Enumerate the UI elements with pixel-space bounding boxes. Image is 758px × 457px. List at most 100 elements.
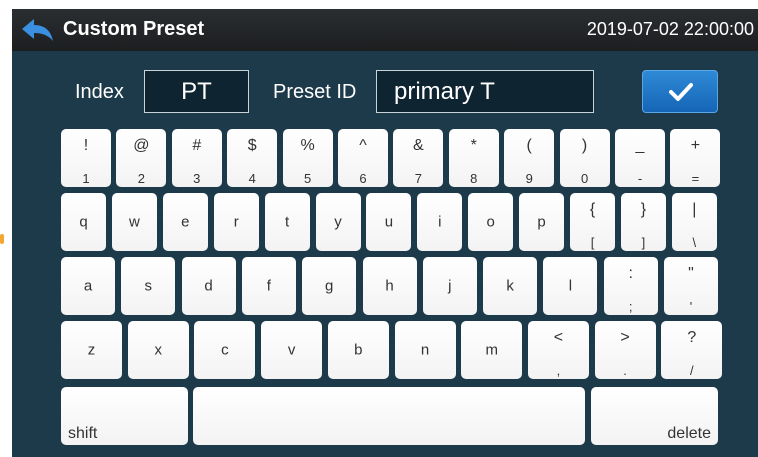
key-label: u: [384, 213, 394, 231]
key-label: e: [181, 213, 190, 231]
key-shift-label: %: [300, 137, 315, 154]
key-shift-label: &: [413, 137, 424, 154]
preset-id-label: Preset ID: [273, 81, 357, 103]
key-l[interactable]: l: [543, 257, 598, 315]
key-,[interactable]: <,: [527, 321, 589, 379]
key-u[interactable]: u: [366, 193, 412, 251]
key-e[interactable]: e: [162, 193, 208, 251]
key-z[interactable]: z: [61, 321, 122, 379]
key-'[interactable]: " ': [664, 257, 718, 315]
key-n[interactable]: n: [394, 321, 456, 379]
key-1[interactable]: ! 1: [61, 129, 111, 187]
key-b[interactable]: b: [327, 321, 389, 379]
key-shift-label: |: [692, 201, 697, 218]
index-field[interactable]: PT: [144, 70, 249, 113]
key-\[interactable]: | \: [671, 193, 717, 251]
key-label: g: [325, 277, 334, 295]
key-0[interactable]: ) 0: [559, 129, 610, 187]
preset-id-field[interactable]: primary T: [376, 70, 594, 113]
key-label: q: [79, 213, 88, 231]
key-a[interactable]: a: [61, 257, 115, 315]
key-;[interactable]: :;: [603, 257, 658, 315]
key-label: 4: [248, 171, 256, 186]
key-8[interactable]: * 8: [448, 129, 499, 187]
key-=[interactable]: + =: [670, 129, 721, 187]
key-shift-label: >: [620, 329, 630, 346]
key-o[interactable]: o: [468, 193, 514, 251]
key-i[interactable]: i: [417, 193, 463, 251]
key-shift-label: *: [470, 137, 477, 154]
page-title: Custom Preset: [63, 18, 205, 40]
key-h[interactable]: h: [362, 257, 417, 315]
key-v[interactable]: v: [261, 321, 323, 379]
edge-indicator: [0, 234, 4, 244]
delete-key[interactable]: delete: [591, 387, 718, 445]
key-label: m: [485, 341, 498, 359]
key-/[interactable]: ? /: [661, 321, 723, 379]
key-q[interactable]: q: [61, 193, 106, 251]
title-bar: Custom Preset 2019-07-02 22:00:00: [12, 9, 758, 51]
key-label: .: [623, 363, 627, 378]
check-icon: [669, 83, 693, 101]
key-shift-label: ?: [687, 329, 697, 346]
key-label: z: [87, 341, 96, 359]
key-j[interactable]: j: [422, 257, 477, 315]
confirm-button[interactable]: [642, 70, 718, 113]
key-label: 8: [470, 171, 478, 186]
key-label: 0: [580, 171, 589, 186]
key-2[interactable]: @2: [116, 129, 167, 187]
key-t[interactable]: t: [264, 193, 310, 251]
key-label: a: [83, 277, 93, 295]
key-shift-label: (: [526, 137, 532, 154]
key-.[interactable]: >.: [594, 321, 656, 379]
key-[[interactable]: {[: [570, 193, 615, 251]
key-3[interactable]: #3: [171, 129, 222, 187]
back-arrow-icon[interactable]: [20, 17, 56, 43]
key-label: [: [590, 235, 595, 250]
key-label: 6: [359, 171, 367, 186]
key-label: /: [689, 363, 694, 378]
key-shift-label: }: [640, 201, 647, 218]
key-y[interactable]: y: [315, 193, 361, 251]
key-9[interactable]: (9: [504, 129, 555, 187]
key-d[interactable]: d: [181, 257, 236, 315]
key-label: f: [266, 277, 271, 295]
key-label: 9: [525, 171, 533, 186]
key-label: 1: [82, 171, 90, 186]
space-key[interactable]: [193, 387, 585, 445]
key-shift-label: _: [635, 137, 645, 154]
key-shift-label: ): [581, 137, 588, 154]
key-shift-label: ": [688, 265, 694, 282]
key-label: k: [506, 277, 514, 295]
datetime-display: 2019-07-02 22:00:00: [586, 19, 754, 39]
key-7[interactable]: & 7: [393, 129, 444, 187]
key-s[interactable]: s: [121, 257, 176, 315]
key-label: p: [537, 213, 546, 231]
key-label: 3: [193, 171, 201, 186]
key-label: y: [334, 213, 342, 231]
key-r[interactable]: r: [213, 193, 259, 251]
key-6[interactable]: ^ 6: [338, 129, 388, 187]
key-shift-label: #: [192, 137, 202, 154]
key-shift-label: $: [247, 137, 257, 154]
key-4[interactable]: $4: [227, 129, 278, 187]
key-shift-label: +: [690, 137, 701, 154]
key-label: 7: [414, 171, 422, 186]
key-label: \: [692, 235, 697, 250]
key-k[interactable]: k: [483, 257, 538, 315]
key-g[interactable]: g: [302, 257, 357, 315]
key-][interactable]: }]: [620, 193, 666, 251]
key-shift-label: :: [628, 265, 633, 282]
key-label: d: [204, 277, 213, 295]
key-p[interactable]: p: [519, 193, 565, 251]
key-c[interactable]: c: [194, 321, 256, 379]
key-label: b: [354, 341, 363, 359]
key--[interactable]: _ -: [615, 129, 665, 187]
key-shift-label: ^: [359, 137, 367, 154]
key-w[interactable]: w: [111, 193, 157, 251]
key-5[interactable]: % 5: [282, 129, 333, 187]
key-f[interactable]: f: [241, 257, 296, 315]
shift-key[interactable]: shift: [61, 387, 188, 445]
key-m[interactable]: m: [461, 321, 523, 379]
key-x[interactable]: x: [127, 321, 189, 379]
